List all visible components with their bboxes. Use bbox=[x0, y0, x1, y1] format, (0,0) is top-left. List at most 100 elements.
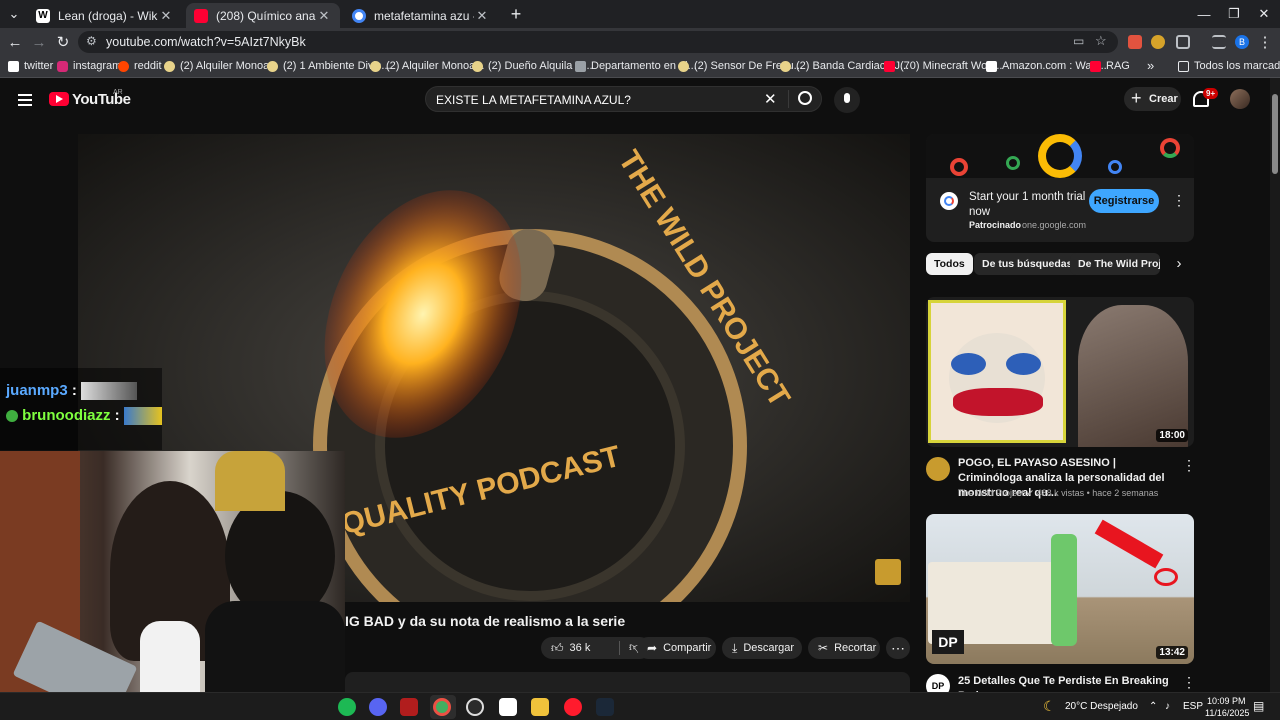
bookmark-label: Todos los marcadores bbox=[1194, 60, 1280, 72]
tab-wikipedia[interactable]: W Lean (droga) - Wikipedia, la enc ✕ bbox=[28, 3, 182, 28]
app-icon[interactable] bbox=[499, 698, 517, 716]
related-thumbnail[interactable]: DP 13:42 bbox=[926, 514, 1194, 664]
tab-search-icon[interactable]: ⌄ bbox=[2, 0, 26, 28]
create-label: Crear bbox=[1149, 93, 1178, 105]
sponsored-label: Patrocinado bbox=[969, 220, 1022, 230]
more-actions-icon[interactable]: ⋯ bbox=[886, 637, 910, 659]
bookmark-label: RAG bbox=[1106, 60, 1130, 72]
description-box[interactable] bbox=[345, 672, 910, 692]
chip-from-channel[interactable]: De The Wild Projec bbox=[1070, 253, 1160, 275]
tab-youtube[interactable]: (208) Químico analiza de forma ✕ bbox=[186, 3, 340, 28]
search-icon[interactable] bbox=[798, 91, 812, 105]
red-circle bbox=[1154, 568, 1178, 586]
clock-time[interactable]: 10:09 PM bbox=[1207, 696, 1246, 706]
clip-button[interactable]: ✂ Recortar bbox=[808, 637, 880, 659]
chat-username: brunoodiazz bbox=[22, 407, 111, 424]
ad-more-icon[interactable]: ⋮ bbox=[1172, 192, 1186, 209]
opera-icon[interactable] bbox=[564, 698, 582, 716]
image-icon bbox=[575, 60, 586, 72]
search-input[interactable]: EXISTE LA METAFETAMINA AZUL? ✕ bbox=[425, 86, 822, 112]
browser-menu-icon[interactable]: ⋮ bbox=[1254, 32, 1276, 52]
close-tab-icon[interactable]: ✕ bbox=[158, 8, 174, 24]
related-thumbnail[interactable]: 18:00 bbox=[926, 297, 1194, 447]
clown-portrait bbox=[928, 300, 1066, 443]
bookmark-item[interactable]: (2) Alquiler Monoa... bbox=[164, 60, 278, 72]
chip-all[interactable]: Todos bbox=[926, 253, 973, 275]
close-window-icon[interactable]: ✕ bbox=[1248, 0, 1280, 28]
share-button[interactable]: ➦ Compartir bbox=[637, 637, 716, 659]
related-more-icon[interactable]: ⋮ bbox=[1182, 674, 1196, 691]
channel-watermark-icon[interactable] bbox=[875, 559, 901, 585]
bookmark-item[interactable]: Amazon.com : Wah... bbox=[986, 60, 1107, 72]
channel-name[interactable]: The Wild Project bbox=[958, 488, 1024, 498]
bookmark-item[interactable]: RAG bbox=[1090, 60, 1130, 72]
scissors-icon: ✂ bbox=[818, 641, 829, 655]
reload-icon[interactable]: ↻ bbox=[52, 32, 74, 52]
page-scrollbar[interactable] bbox=[1270, 78, 1280, 692]
profile-avatar[interactable]: B bbox=[1235, 35, 1249, 49]
site-info-icon[interactable]: ⚙ bbox=[86, 34, 97, 48]
bookmark-star-icon[interactable]: ☆ bbox=[1095, 33, 1107, 49]
obs-icon[interactable] bbox=[466, 698, 484, 716]
register-button[interactable]: Registrarse bbox=[1089, 189, 1159, 213]
weather-text[interactable]: 20°C Despejado bbox=[1065, 701, 1138, 712]
close-tab-icon[interactable]: ✕ bbox=[474, 8, 490, 24]
bookmark-item[interactable]: (2) Alquiler Monoa... bbox=[370, 60, 484, 72]
file-explorer-icon[interactable] bbox=[531, 698, 549, 716]
related-title[interactable]: 25 Detalles Que Te Perdiste En Breaking … bbox=[958, 674, 1180, 692]
youtube-logo-icon[interactable] bbox=[49, 92, 69, 106]
spotify-icon[interactable] bbox=[338, 698, 356, 716]
extensions-puzzle-icon[interactable] bbox=[1176, 35, 1190, 49]
clear-search-icon[interactable]: ✕ bbox=[764, 90, 777, 108]
discord-icon[interactable] bbox=[369, 698, 387, 716]
reading-list-icon[interactable] bbox=[1212, 35, 1226, 49]
scrollbar-thumb[interactable] bbox=[1272, 94, 1278, 174]
minimize-icon[interactable]: — bbox=[1188, 0, 1220, 28]
channel-avatar[interactable]: DP bbox=[926, 674, 950, 692]
back-icon[interactable]: ← bbox=[4, 32, 26, 52]
channel-avatar[interactable] bbox=[926, 457, 950, 481]
chat-emote-image bbox=[81, 382, 138, 401]
address-bar[interactable]: ⚙ youtube.com/watch?v=5AIzt7NkyBk ▭ ☆ bbox=[78, 31, 1118, 53]
video-title: IG BAD y da su nota de realismo a la ser… bbox=[345, 613, 626, 629]
instagram-icon bbox=[57, 60, 68, 72]
forward-icon[interactable]: → bbox=[28, 32, 50, 52]
extension-icon[interactable] bbox=[1128, 35, 1142, 49]
steam-icon[interactable] bbox=[596, 698, 614, 716]
clock-date[interactable]: 11/16/2025 bbox=[1205, 708, 1249, 718]
menu-icon[interactable] bbox=[18, 91, 32, 109]
related-more-icon[interactable]: ⋮ bbox=[1182, 457, 1196, 474]
obs-app-icon[interactable] bbox=[400, 698, 418, 716]
tab-google-search[interactable]: metafetamina azu - Buscar con ✕ bbox=[344, 3, 498, 28]
bookmark-item[interactable]: (70) Minecraft Worl... bbox=[884, 60, 1003, 72]
new-tab-button[interactable]: + bbox=[500, 0, 532, 28]
cast-icon[interactable]: ▭ bbox=[1073, 34, 1084, 48]
search-query: EXISTE LA METAFETAMINA AZUL? bbox=[436, 93, 631, 107]
account-avatar[interactable] bbox=[1230, 89, 1250, 109]
restore-icon[interactable]: ❐ bbox=[1218, 0, 1250, 28]
bookmark-item[interactable]: reddit bbox=[118, 60, 162, 72]
bookmark-item[interactable]: twitter bbox=[8, 60, 53, 72]
all-bookmarks-folder[interactable]: Todos los marcadores bbox=[1178, 60, 1280, 72]
volume-icon[interactable]: ♪ bbox=[1165, 701, 1170, 712]
like-count[interactable]: 36 k bbox=[570, 642, 591, 654]
voice-search-button[interactable] bbox=[834, 87, 860, 113]
close-tab-icon[interactable]: ✕ bbox=[316, 8, 332, 24]
chevron-right-icon[interactable]: › bbox=[1168, 253, 1190, 275]
weather-moon-icon[interactable]: ☾ bbox=[1043, 698, 1056, 715]
more-bookmarks-button[interactable]: » bbox=[1147, 58, 1154, 73]
ad-card[interactable]: Start your 1 month trial now Patrocinado… bbox=[926, 134, 1194, 242]
mouth bbox=[953, 388, 1043, 416]
create-button[interactable]: + Crear bbox=[1124, 87, 1181, 111]
bookmark-item[interactable]: instagram bbox=[57, 60, 121, 72]
share-icon: ➦ bbox=[647, 641, 658, 655]
download-button[interactable]: ⤓ Descargar bbox=[722, 637, 802, 659]
language-indicator[interactable]: ESP bbox=[1183, 701, 1203, 712]
notifications-icon[interactable]: ▤ bbox=[1253, 699, 1264, 713]
extension-icon[interactable] bbox=[1151, 35, 1165, 49]
chip-from-searches[interactable]: De tus búsquedas bbox=[974, 253, 1081, 275]
show-hidden-icons[interactable]: ⌃ bbox=[1149, 701, 1157, 712]
like-icon[interactable]: 👍︎ bbox=[551, 641, 564, 656]
active-app-highlight bbox=[430, 695, 456, 719]
youtube-icon bbox=[1090, 60, 1101, 72]
